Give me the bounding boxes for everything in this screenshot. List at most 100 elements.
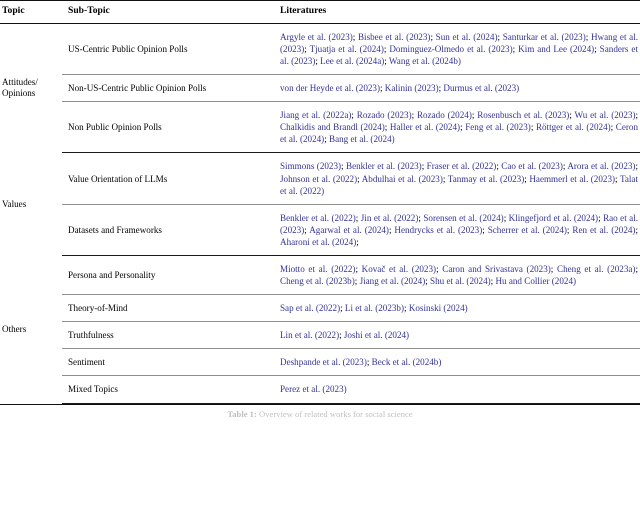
table-row: Values Value Orientation of LLMs Simmons (… bbox=[0, 152, 640, 209]
citation-reference[interactable]: Kosinski (2024) bbox=[407, 303, 468, 313]
subtopic-cell: Truthfulness bbox=[62, 321, 274, 350]
subtopic-cell: Non-US-Centric Public Opinion Polls bbox=[62, 74, 274, 103]
citation-reference[interactable]: Tjuatja et al. (2024) bbox=[307, 44, 384, 54]
topic-cell: Others bbox=[0, 255, 62, 403]
citation-reference[interactable]: Ren et al. (2024) bbox=[569, 225, 635, 235]
citation-reference[interactable]: von der Heyde et al. (2023) bbox=[280, 83, 380, 93]
citation-reference[interactable]: Bisbee et al. (2023) bbox=[355, 32, 430, 42]
table-row: Theory-of-Mind Sap et al. (2022); Li et a… bbox=[0, 294, 640, 323]
citation-reference[interactable]: Sorensen et al. (2024) bbox=[421, 213, 503, 223]
topic-label: Others bbox=[2, 323, 27, 334]
table-page: Topic Sub-Topic Literatures Attitudes/Op… bbox=[0, 0, 640, 505]
table-row: Mixed Topics Perez et al. (2023) bbox=[0, 375, 640, 404]
citation-reference[interactable]: Klingefjord et al. (2024) bbox=[506, 213, 598, 223]
literatures-cell: Miotto et al. (2022); Kovač et al. (2023… bbox=[274, 255, 640, 296]
citation-reference[interactable]: Miotto et al. (2022) bbox=[280, 264, 355, 274]
citation-reference[interactable]: Durmus et al. (2023) bbox=[441, 83, 519, 93]
topic-label: Attitudes/ bbox=[2, 77, 38, 88]
citation-reference[interactable]: Hendrycks et al. (2023) bbox=[391, 225, 482, 235]
citation-reference[interactable]: Scherrer et al. (2024) bbox=[485, 225, 567, 235]
column-header-topic: Topic bbox=[0, 1, 62, 24]
citation-reference[interactable]: Fraser et al. (2022) bbox=[424, 161, 497, 171]
literatures-cell: Benkler et al. (2022); Jin et al. (2022)… bbox=[274, 204, 640, 256]
citation-reference[interactable]: Santurkar et al. (2023) bbox=[500, 32, 586, 42]
citation-reference[interactable]: Deshpande et al. (2023) bbox=[280, 357, 367, 367]
literatures-cell: Simmons (2023); Benkler et al. (2023); F… bbox=[274, 152, 640, 205]
literatures-cell: Argyle et al. (2023); Bisbee et al. (202… bbox=[274, 23, 640, 76]
citation-reference[interactable]: Lin et al. (2022) bbox=[280, 330, 339, 340]
topic-label-line2: Opinions bbox=[2, 88, 36, 99]
citation-reference[interactable]: Arora et al. (2023) bbox=[565, 161, 635, 171]
citation-separator: ; bbox=[635, 224, 638, 235]
table-caption: Table 1: Overview of related works for s… bbox=[0, 405, 640, 419]
literatures-cell: von der Heyde et al. (2023); Kalinin (20… bbox=[274, 74, 640, 103]
citation-reference[interactable]: Sap et al. (2022) bbox=[280, 303, 340, 313]
citation-reference[interactable]: Lee et al. (2024a) bbox=[318, 56, 384, 66]
citation-reference[interactable]: Jin et al. (2022) bbox=[358, 213, 419, 223]
table-row: Sentiment Deshpande et al. (2023); Beck e… bbox=[0, 348, 640, 377]
citation-reference[interactable]: Kim and Lee (2024) bbox=[515, 44, 594, 54]
citation-reference[interactable]: Wang et al. (2024b) bbox=[387, 56, 461, 66]
citation-reference[interactable]: Benkler et al. (2023) bbox=[344, 161, 422, 171]
citation-reference[interactable]: Röttger et al. (2024) bbox=[533, 122, 611, 132]
citation-reference[interactable]: Shu et al. (2024) bbox=[428, 276, 491, 286]
citation-reference[interactable]: Caron and Srivastava (2023) bbox=[439, 264, 551, 274]
citation-reference[interactable]: Haemmerl et al. (2023) bbox=[527, 174, 615, 184]
citation-reference[interactable]: Rozado (2024) bbox=[414, 110, 472, 120]
table-row: Non Public Opinion Polls Jiang et al. (20… bbox=[0, 101, 640, 154]
citation-reference[interactable]: Simmons (2023) bbox=[280, 161, 341, 171]
citation-reference[interactable]: Feng et al. (2023) bbox=[463, 122, 531, 132]
table-row: Truthfulness Lin et al. (2022); Joshi et … bbox=[0, 321, 640, 350]
citation-reference[interactable]: Chalkidis and Brandl (2024) bbox=[280, 122, 385, 132]
citation-reference[interactable]: Perez et al. (2023) bbox=[280, 384, 347, 394]
citation-reference[interactable]: Kovač et al. (2023) bbox=[358, 264, 436, 274]
caption-label: Table 1: bbox=[227, 408, 257, 419]
citation-reference[interactable]: Cheng et al. (2023a) bbox=[553, 264, 635, 274]
citation-reference[interactable]: Rozado (2023) bbox=[354, 110, 412, 120]
citation-reference[interactable]: Bang et al. (2024) bbox=[327, 134, 395, 144]
citation-reference[interactable]: Sun et al. (2024) bbox=[433, 32, 498, 42]
citation-reference[interactable]: Wu et al. (2023) bbox=[572, 110, 636, 120]
topic-label: Values bbox=[2, 198, 27, 209]
table-row: Others Persona and Personality Miotto et a… bbox=[0, 255, 640, 334]
citation-reference[interactable]: Agarwal et al. (2024) bbox=[307, 225, 389, 235]
citation-reference[interactable]: Rosenbusch et al. (2023) bbox=[474, 110, 569, 120]
table-row: Datasets and Frameworks Benkler et al. (2… bbox=[0, 204, 640, 256]
citation-reference[interactable]: Benkler et al. (2022) bbox=[280, 213, 356, 223]
caption-text: Overview of related works for social sci… bbox=[259, 408, 413, 419]
table-body: Attitudes/Opinions US-Centric Public Opin… bbox=[0, 23, 640, 404]
citation-reference[interactable]: Haller et al. (2024) bbox=[387, 122, 460, 132]
subtopic-cell: Persona and Personality bbox=[62, 255, 274, 296]
topic-cell: Values bbox=[0, 153, 62, 256]
literatures-cell: Sap et al. (2022); Li et al. (2023b); Ko… bbox=[274, 294, 640, 323]
subtopic-cell: US-Centric Public Opinion Polls bbox=[62, 23, 274, 76]
subtopic-cell: Theory-of-Mind bbox=[62, 294, 274, 323]
header-row: Topic Sub-Topic Literatures bbox=[0, 1, 640, 24]
literature-survey-table: Topic Sub-Topic Literatures Attitudes/Op… bbox=[0, 0, 640, 404]
subtopic-cell: Sentiment bbox=[62, 348, 274, 377]
citation-reference[interactable]: Beck et al. (2024b) bbox=[369, 357, 442, 367]
topic-cell: Attitudes/Opinions bbox=[0, 23, 62, 153]
subtopic-cell: Mixed Topics bbox=[62, 375, 274, 404]
citation-reference[interactable]: Abdulhai et al. (2023) bbox=[360, 174, 443, 184]
literatures-cell: Deshpande et al. (2023); Beck et al. (20… bbox=[274, 348, 640, 377]
citation-reference[interactable]: Kalinin (2023) bbox=[383, 83, 439, 93]
table-row: Attitudes/Opinions US-Centric Public Opin… bbox=[0, 23, 640, 98]
citation-reference[interactable]: Joshi et al. (2024) bbox=[342, 330, 409, 340]
citation-separator: ; bbox=[635, 161, 638, 172]
citation-reference[interactable]: Jiang et al. (2024) bbox=[357, 276, 426, 286]
citation-reference[interactable]: Tanmay et al. (2023) bbox=[445, 174, 524, 184]
citation-reference[interactable]: Jiang et al. (2022a) bbox=[280, 110, 351, 120]
citation-reference[interactable]: Argyle et al. (2023) bbox=[280, 32, 353, 42]
citation-reference[interactable]: Cheng et al. (2023b) bbox=[280, 276, 355, 286]
citation-separator: ; bbox=[635, 263, 638, 274]
citation-separator: ; bbox=[356, 236, 359, 247]
subtopic-cell: Non Public Opinion Polls bbox=[62, 101, 274, 154]
literatures-cell: Lin et al. (2022); Joshi et al. (2024) bbox=[274, 321, 640, 350]
citation-reference[interactable]: Cao et al. (2023) bbox=[499, 161, 563, 171]
citation-reference[interactable]: Aharoni et al. (2024) bbox=[280, 237, 356, 247]
citation-reference[interactable]: Dominguez-Olmedo et al. (2023) bbox=[386, 44, 512, 54]
citation-reference[interactable]: Hu and Collier (2024) bbox=[493, 276, 576, 286]
citation-reference[interactable]: Johnson et al. (2022) bbox=[280, 174, 357, 184]
citation-reference[interactable]: Li et al. (2023b) bbox=[343, 303, 404, 313]
